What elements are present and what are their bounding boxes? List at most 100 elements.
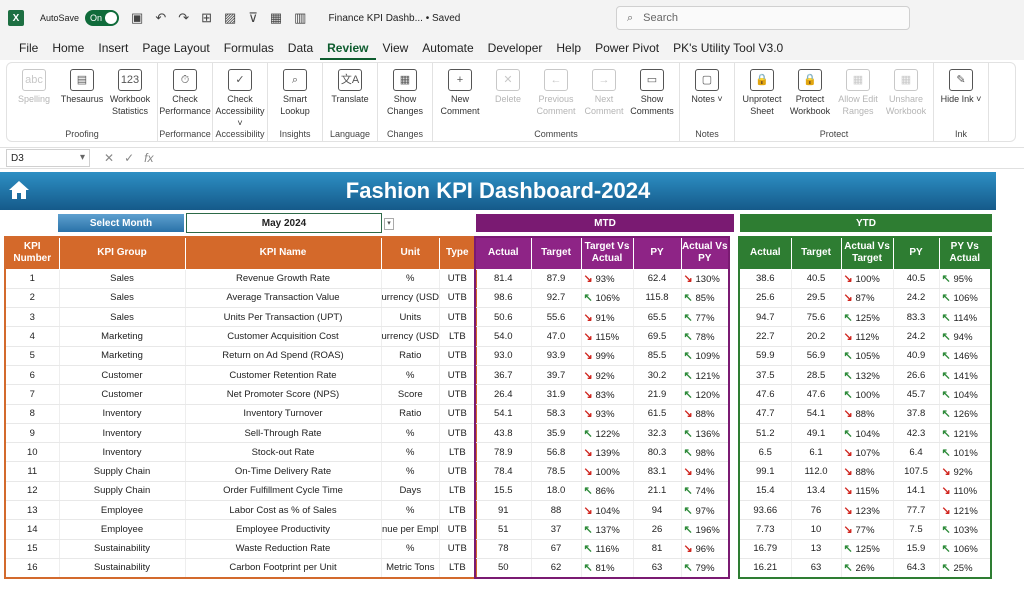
thesaurus-button[interactable]: ▤ Thesaurus — [58, 65, 106, 139]
menu-tab-home[interactable]: Home — [45, 36, 91, 60]
ytd-table: Actual Target Actual Vs Target PY PY Vs Actu… — [738, 236, 992, 579]
previous-comment-button[interactable]: ← Previous Comment — [532, 65, 580, 139]
document-title[interactable]: Finance KPI Dashb... • Saved — [328, 13, 460, 24]
ytd-actual: 93.66 — [739, 500, 792, 521]
kpi-number: 5 — [5, 346, 60, 366]
ytd-target: 6.1 — [791, 442, 842, 463]
arrow-up-icon: ↖ — [683, 524, 693, 536]
cancel-icon[interactable]: ✕ — [104, 151, 114, 165]
ytd-actual: 99.1 — [739, 461, 792, 482]
delete-button[interactable]: ✕ Delete — [484, 65, 532, 139]
title-bar: X AutoSave On ▣ ↶ ↷ ⊞ ▨ ⊽ ▦ ▥ Finance KP… — [0, 0, 1024, 36]
home-icon[interactable] — [6, 178, 32, 202]
percent-value: 116% — [595, 544, 620, 556]
menu-tab-automate[interactable]: Automate — [415, 36, 480, 60]
kpi-unit: urrency (USD — [381, 326, 441, 347]
next-comment-button[interactable]: → Next Comment — [580, 65, 628, 139]
check-accessibility-button[interactable]: ✓ Check Accessibility ˅ — [216, 65, 265, 139]
mtd-actual-vs-py: ↖ 121% — [681, 365, 730, 386]
menu-tab-file[interactable]: File — [12, 36, 45, 60]
check-performance-button[interactable]: ⏱ Check Performance — [159, 65, 211, 139]
month-selector[interactable]: May 2024 — [186, 213, 382, 233]
function-icon[interactable]: fx — [144, 151, 153, 165]
menu-tab-formulas[interactable]: Formulas — [217, 36, 281, 60]
table-row: 1 Sales Revenue Growth Rate% UTB — [5, 269, 477, 289]
show-changes-button[interactable]: ▦ Show Changes — [381, 65, 429, 139]
ytd-target: 54.1 — [791, 404, 842, 424]
ribbon-button-label: Show Changes — [386, 94, 424, 116]
check-accessibility-icon: ✓ — [228, 69, 252, 91]
grid-icon[interactable]: ▦ — [270, 10, 282, 26]
search-box[interactable]: ⌕ Search — [616, 6, 910, 30]
spelling-button[interactable]: abc Spelling — [10, 65, 58, 139]
excel-logo-icon: X — [8, 10, 24, 26]
hide-ink-button[interactable]: ✎ Hide Ink ˅ — [937, 65, 985, 139]
filter-icon[interactable]: ⊽ — [248, 10, 258, 26]
ytd-py-vs-actual: ↖ 106% — [939, 539, 992, 559]
menu-tab-power-pivot[interactable]: Power Pivot — [588, 36, 666, 60]
autosave-toggle[interactable]: On — [85, 10, 120, 26]
mtd-actual-vs-py: ↘ 88% — [681, 404, 730, 424]
table-row: 8 Inventory Inventory Turnover Ratio UTB — [5, 404, 477, 424]
kpi-group: Inventory — [59, 404, 186, 424]
translate-button[interactable]: 文A Translate — [326, 65, 374, 139]
table-row: 3 Sales Units Per Transaction (UPT) Units UT… — [5, 307, 477, 328]
table-row: 59.9 56.9 ↖ 105% 40.9 ↖ 146% — [739, 346, 992, 366]
ribbon-button-label: New Comment — [440, 94, 480, 116]
menu-tab-page-layout[interactable]: Page Layout — [135, 36, 216, 60]
ytd-py: 7.5 — [893, 519, 940, 540]
kpi-unit: % — [381, 423, 441, 444]
allow-edit-ranges-button[interactable]: ▦ Allow Edit Ranges — [834, 65, 882, 139]
ytd-py: 24.2 — [893, 326, 940, 347]
kpi-unit: % — [381, 269, 441, 289]
menu-tab-developer[interactable]: Developer — [481, 36, 550, 60]
ytd-actual: 16.21 — [739, 558, 792, 579]
workbook-statistics-button[interactable]: 123 Workbook Statistics — [106, 65, 154, 139]
ribbon-button-label: Thesaurus — [60, 94, 104, 104]
menu-tab-pk-s-utility-tool-v3-0[interactable]: PK's Utility Tool V3.0 — [666, 36, 790, 60]
arrow-up-icon: ↖ — [941, 311, 951, 324]
kpi-type: UTB — [439, 269, 477, 289]
menu-tab-insert[interactable]: Insert — [91, 36, 135, 60]
menu-tab-review[interactable]: Review — [320, 36, 376, 60]
kpi-table: KPI Number KPI Group KPI Name Unit Type 1 Sale… — [4, 236, 477, 579]
kpi-column-header: KPI Number — [4, 236, 60, 270]
month-dropdown-icon[interactable]: ▾ — [384, 218, 394, 230]
ytd-py-vs-actual: ↘ 92% — [939, 461, 992, 482]
redo-icon[interactable]: ↷ — [178, 10, 189, 26]
show-comments-icon: ▭ — [640, 69, 664, 91]
ytd-py: 64.3 — [893, 558, 940, 579]
protect-workbook-button[interactable]: 🔒 Protect Workbook — [786, 65, 834, 139]
smart-lookup-button[interactable]: ⌕ Smart Lookup — [271, 65, 319, 139]
unprotect-sheet-button[interactable]: 🔒 Unprotect Sheet — [738, 65, 786, 139]
menu-tab-help[interactable]: Help — [549, 36, 588, 60]
calculator-icon[interactable]: ▥ — [294, 10, 306, 26]
notes-button[interactable]: ▢ Notes ˅ — [683, 65, 731, 139]
mtd-target-vs-actual: ↘ 115% — [581, 326, 634, 347]
percent-value: 78% — [695, 332, 715, 344]
ribbon-group-label: Ink — [954, 129, 967, 139]
save-icon[interactable]: ▣ — [131, 10, 143, 26]
kpi-group: Sustainability — [59, 539, 186, 559]
enter-icon[interactable]: ✓ — [124, 151, 134, 165]
unshare-workbook-button[interactable]: ▦ Unshare Workbook — [882, 65, 930, 139]
menu-tabs: File Home Insert Page Layout Formulas Data Rev… — [0, 36, 1024, 60]
percent-value: 132% — [855, 370, 880, 382]
ribbon-button-label: Check Performance — [159, 94, 211, 116]
arrow-down-icon: ↘ — [583, 350, 593, 363]
borders-icon[interactable]: ⊞ — [201, 10, 212, 26]
menu-tab-view[interactable]: View — [376, 36, 416, 60]
arrow-down-icon: ↘ — [843, 524, 853, 536]
kpi-number: 6 — [5, 365, 60, 386]
name-box[interactable]: D3 — [6, 149, 90, 167]
mtd-target: 93.9 — [531, 346, 582, 366]
kpi-type: UTB — [439, 539, 477, 559]
kpi-group: Sales — [59, 307, 186, 328]
show-comments-button[interactable]: ▭ Show Comments — [628, 65, 676, 139]
undo-icon[interactable]: ↶ — [155, 10, 166, 26]
mtd-column-header: Actual — [474, 236, 532, 270]
picture-icon[interactable]: ▨ — [224, 10, 236, 26]
new-comment-button[interactable]: + New Comment — [436, 65, 484, 139]
menu-tab-data[interactable]: Data — [281, 36, 320, 60]
arrow-down-icon: ↘ — [583, 446, 593, 459]
